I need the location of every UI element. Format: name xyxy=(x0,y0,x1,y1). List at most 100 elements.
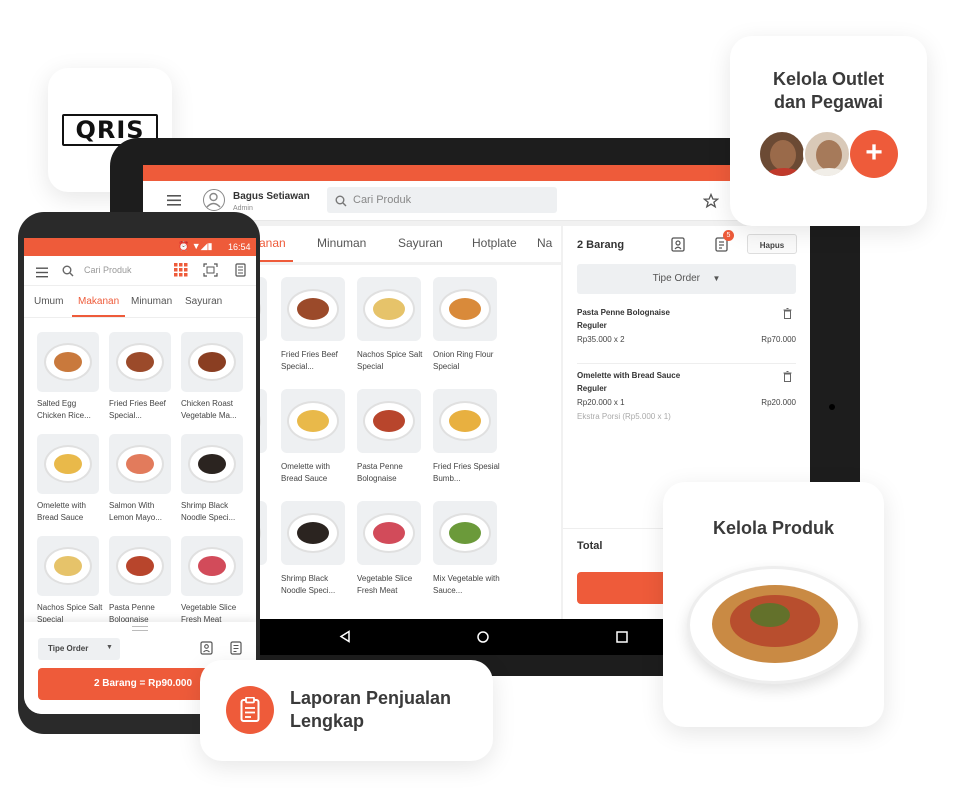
product-card[interactable]: Nachos Spice Salt Special xyxy=(37,536,103,626)
recents-icon[interactable] xyxy=(616,630,628,648)
product-card[interactable]: Vegetable Slice Fresh Meat xyxy=(357,501,429,597)
employee-avatar-face xyxy=(770,140,796,170)
product-card[interactable]: Salted Egg Chicken Rice... xyxy=(259,277,275,373)
food-image xyxy=(126,454,154,474)
trash-icon[interactable] xyxy=(783,306,792,324)
product-name: Pasta Penne Bolognaise xyxy=(357,462,403,483)
trash-icon[interactable] xyxy=(783,369,792,387)
employee-avatar-face xyxy=(816,140,842,170)
tab-makanan[interactable]: Makanan xyxy=(78,296,119,307)
tab-sayuran[interactable]: Sayuran xyxy=(185,296,222,307)
employee-avatar xyxy=(758,130,806,178)
home-icon[interactable] xyxy=(476,630,490,649)
clear-button[interactable]: Hapus xyxy=(747,234,797,254)
menu-icon[interactable] xyxy=(167,193,181,206)
plate-image xyxy=(439,401,491,441)
plate-image xyxy=(116,445,164,483)
add-employee-button[interactable]: + xyxy=(850,130,898,178)
report-icon-circle xyxy=(226,686,274,734)
order-item-variant: Reguler xyxy=(577,321,607,330)
product-card[interactable]: Salted Egg Chicken Rice... xyxy=(37,332,103,422)
tab-na[interactable]: Na xyxy=(537,236,552,250)
tablet-status-bar xyxy=(143,165,810,181)
product-card[interactable]: Chicken Roast Vegetable Ma... xyxy=(181,332,247,422)
food-image xyxy=(297,298,329,320)
user-avatar-icon[interactable] xyxy=(203,189,225,211)
plate-image xyxy=(44,445,92,483)
order-item-total: Rp70.000 xyxy=(761,335,796,344)
plate-image xyxy=(116,343,164,381)
tab-minuman[interactable]: Minuman xyxy=(317,236,366,250)
product-image xyxy=(259,501,267,565)
product-card[interactable]: Salmon With Lemon Mayo... xyxy=(109,434,175,524)
calculator-icon[interactable] xyxy=(235,263,246,282)
food-image xyxy=(297,410,329,432)
chevron-down-icon: ▼ xyxy=(106,644,113,651)
tab-minuman[interactable]: Minuman xyxy=(131,296,172,307)
product-image xyxy=(259,389,267,453)
product-card[interactable]: Omelette with Bread Sauce xyxy=(37,434,103,524)
tablet-camera xyxy=(829,404,835,410)
laporan-card-title-line2: Lengkap xyxy=(290,711,365,731)
clipboard-icon xyxy=(240,696,260,728)
plate-image xyxy=(363,289,415,329)
status-icons: ⏰ ▼◢▮ xyxy=(178,241,213,251)
order-item[interactable]: Omelette with Bread Sauce Reguler Rp20.0… xyxy=(577,369,796,439)
grid-view-icon[interactable] xyxy=(174,263,188,282)
product-image xyxy=(433,277,497,341)
product-card[interactable]: Nachos Spice Salt Special xyxy=(357,277,429,373)
plate-image xyxy=(188,343,236,381)
product-card[interactable]: Onion Ring Flour Special xyxy=(433,277,505,373)
food-image xyxy=(126,556,154,576)
search-icon[interactable] xyxy=(62,264,74,282)
product-card[interactable]: Salmon With Lemon Mayo... xyxy=(259,501,275,597)
product-card[interactable]: Vegetable Slice Fresh Meat xyxy=(181,536,247,626)
product-card[interactable]: Mix Vegetable with Sauce... xyxy=(433,501,505,597)
order-item[interactable]: Pasta Penne Bolognaise Reguler Rp35.000 … xyxy=(577,306,796,364)
drag-handle[interactable] xyxy=(132,626,148,631)
search-placeholder[interactable]: Cari Produk xyxy=(84,265,132,275)
product-image xyxy=(37,332,99,392)
star-icon[interactable] xyxy=(702,192,720,214)
product-name: Shrimp Black Noodle Speci... xyxy=(281,574,336,595)
product-card[interactable]: Shrimp Black Noodle Speci... xyxy=(181,434,247,524)
product-search-input[interactable]: Cari Produk xyxy=(327,187,557,213)
menu-icon[interactable] xyxy=(36,265,48,283)
tab-makanan[interactable]: anan xyxy=(259,236,286,250)
plate-image xyxy=(44,547,92,585)
phone-status-bar: ⏰ ▼◢▮ 16:54 xyxy=(24,238,256,256)
food-image xyxy=(198,352,226,372)
customer-icon[interactable] xyxy=(671,237,685,257)
checkout-label: 2 Barang = Rp90.000 xyxy=(93,678,193,689)
tab-umum[interactable]: Umum xyxy=(34,296,63,307)
order-type-select[interactable]: Tipe Order ▼ xyxy=(577,264,796,294)
product-image xyxy=(109,434,171,494)
food-image xyxy=(297,522,329,544)
order-list-icon[interactable] xyxy=(230,641,243,660)
search-placeholder: Cari Produk xyxy=(353,194,412,206)
product-card[interactable]: Pasta Penne Bolognaise xyxy=(109,536,175,626)
product-card[interactable]: Pasta Penne Bolognaise xyxy=(357,389,429,485)
tab-sayuran[interactable]: Sayuran xyxy=(398,236,443,250)
product-card[interactable]: Fried Fries Beef Special... xyxy=(109,332,175,422)
plate-image xyxy=(363,401,415,441)
barcode-scan-icon[interactable] xyxy=(203,263,218,282)
product-name: Fried Fries Spesial Bumb... xyxy=(433,462,500,483)
back-icon[interactable] xyxy=(339,630,351,648)
product-card[interactable]: Shrimp Black Noodle Speci... xyxy=(281,501,353,597)
tab-hotplate[interactable]: Hotplate xyxy=(472,236,517,250)
plate-image xyxy=(363,513,415,553)
product-card[interactable]: Omelette with Bread Sauce xyxy=(281,389,353,485)
customer-icon[interactable] xyxy=(200,641,213,660)
produk-card-title: Kelola Produk xyxy=(712,518,835,538)
product-card[interactable]: Fried Fries Beef Special... xyxy=(281,277,353,373)
product-card[interactable]: Fried Fries Spesial Bumb... xyxy=(433,389,505,485)
phone-order-type-label: Tipe Order xyxy=(48,644,89,653)
plate-image xyxy=(44,343,92,381)
product-card[interactable]: Chicken Roast Vegetable Ma... xyxy=(259,389,275,485)
product-name: Chicken Roast Vegetable Ma... xyxy=(181,399,237,420)
user-role: Admin xyxy=(233,205,253,212)
food-image xyxy=(449,522,481,544)
food-image xyxy=(373,522,405,544)
phone-order-type-select[interactable]: Tipe Order ▼ xyxy=(38,638,120,660)
